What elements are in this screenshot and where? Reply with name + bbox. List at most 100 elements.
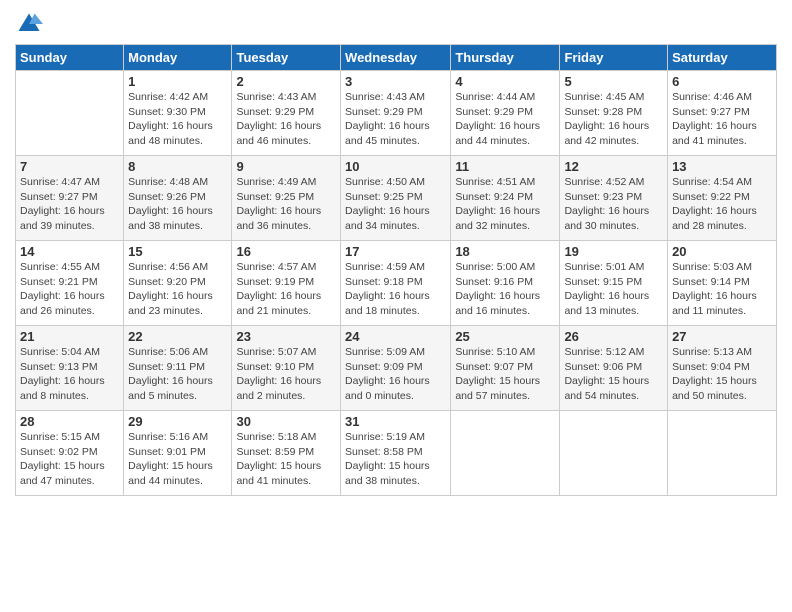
day-info: Sunrise: 5:10 AM Sunset: 9:07 PM Dayligh… <box>455 345 555 404</box>
day-number: 6 <box>672 74 772 89</box>
day-number: 19 <box>564 244 663 259</box>
day-info: Sunrise: 5:09 AM Sunset: 9:09 PM Dayligh… <box>345 345 446 404</box>
day-info: Sunrise: 5:12 AM Sunset: 9:06 PM Dayligh… <box>564 345 663 404</box>
calendar-header-monday: Monday <box>124 45 232 71</box>
calendar-cell: 17Sunrise: 4:59 AM Sunset: 9:18 PM Dayli… <box>341 241 451 326</box>
calendar-cell: 2Sunrise: 4:43 AM Sunset: 9:29 PM Daylig… <box>232 71 341 156</box>
calendar-table: SundayMondayTuesdayWednesdayThursdayFrid… <box>15 44 777 496</box>
day-number: 24 <box>345 329 446 344</box>
day-number: 8 <box>128 159 227 174</box>
calendar-header-wednesday: Wednesday <box>341 45 451 71</box>
calendar-week-row: 21Sunrise: 5:04 AM Sunset: 9:13 PM Dayli… <box>16 326 777 411</box>
day-info: Sunrise: 5:00 AM Sunset: 9:16 PM Dayligh… <box>455 260 555 319</box>
calendar-cell: 27Sunrise: 5:13 AM Sunset: 9:04 PM Dayli… <box>668 326 777 411</box>
day-info: Sunrise: 4:59 AM Sunset: 9:18 PM Dayligh… <box>345 260 446 319</box>
calendar-cell: 24Sunrise: 5:09 AM Sunset: 9:09 PM Dayli… <box>341 326 451 411</box>
calendar-cell: 18Sunrise: 5:00 AM Sunset: 9:16 PM Dayli… <box>451 241 560 326</box>
day-number: 30 <box>236 414 336 429</box>
logo <box>15 10 47 38</box>
day-info: Sunrise: 5:01 AM Sunset: 9:15 PM Dayligh… <box>564 260 663 319</box>
day-info: Sunrise: 4:56 AM Sunset: 9:20 PM Dayligh… <box>128 260 227 319</box>
day-number: 10 <box>345 159 446 174</box>
day-number: 3 <box>345 74 446 89</box>
calendar-week-row: 1Sunrise: 4:42 AM Sunset: 9:30 PM Daylig… <box>16 71 777 156</box>
calendar-cell: 13Sunrise: 4:54 AM Sunset: 9:22 PM Dayli… <box>668 156 777 241</box>
day-number: 29 <box>128 414 227 429</box>
day-number: 23 <box>236 329 336 344</box>
day-number: 25 <box>455 329 555 344</box>
day-number: 9 <box>236 159 336 174</box>
calendar-cell: 23Sunrise: 5:07 AM Sunset: 9:10 PM Dayli… <box>232 326 341 411</box>
day-info: Sunrise: 4:46 AM Sunset: 9:27 PM Dayligh… <box>672 90 772 149</box>
day-info: Sunrise: 4:42 AM Sunset: 9:30 PM Dayligh… <box>128 90 227 149</box>
calendar-cell: 9Sunrise: 4:49 AM Sunset: 9:25 PM Daylig… <box>232 156 341 241</box>
calendar-cell: 6Sunrise: 4:46 AM Sunset: 9:27 PM Daylig… <box>668 71 777 156</box>
day-info: Sunrise: 4:57 AM Sunset: 9:19 PM Dayligh… <box>236 260 336 319</box>
calendar-header-saturday: Saturday <box>668 45 777 71</box>
day-info: Sunrise: 5:06 AM Sunset: 9:11 PM Dayligh… <box>128 345 227 404</box>
day-number: 28 <box>20 414 119 429</box>
calendar-header-friday: Friday <box>560 45 668 71</box>
day-number: 5 <box>564 74 663 89</box>
day-number: 27 <box>672 329 772 344</box>
day-number: 31 <box>345 414 446 429</box>
calendar-cell <box>16 71 124 156</box>
day-number: 13 <box>672 159 772 174</box>
day-info: Sunrise: 4:49 AM Sunset: 9:25 PM Dayligh… <box>236 175 336 234</box>
day-info: Sunrise: 4:51 AM Sunset: 9:24 PM Dayligh… <box>455 175 555 234</box>
day-info: Sunrise: 5:13 AM Sunset: 9:04 PM Dayligh… <box>672 345 772 404</box>
day-info: Sunrise: 5:04 AM Sunset: 9:13 PM Dayligh… <box>20 345 119 404</box>
day-number: 1 <box>128 74 227 89</box>
day-info: Sunrise: 5:18 AM Sunset: 8:59 PM Dayligh… <box>236 430 336 489</box>
day-info: Sunrise: 4:52 AM Sunset: 9:23 PM Dayligh… <box>564 175 663 234</box>
logo-icon <box>15 10 43 38</box>
calendar-header-row: SundayMondayTuesdayWednesdayThursdayFrid… <box>16 45 777 71</box>
day-number: 16 <box>236 244 336 259</box>
calendar-cell: 29Sunrise: 5:16 AM Sunset: 9:01 PM Dayli… <box>124 411 232 496</box>
calendar-cell: 11Sunrise: 4:51 AM Sunset: 9:24 PM Dayli… <box>451 156 560 241</box>
day-number: 7 <box>20 159 119 174</box>
calendar-cell: 28Sunrise: 5:15 AM Sunset: 9:02 PM Dayli… <box>16 411 124 496</box>
calendar-cell: 25Sunrise: 5:10 AM Sunset: 9:07 PM Dayli… <box>451 326 560 411</box>
day-number: 26 <box>564 329 663 344</box>
day-number: 14 <box>20 244 119 259</box>
day-info: Sunrise: 4:43 AM Sunset: 9:29 PM Dayligh… <box>345 90 446 149</box>
day-number: 22 <box>128 329 227 344</box>
calendar-cell: 31Sunrise: 5:19 AM Sunset: 8:58 PM Dayli… <box>341 411 451 496</box>
day-info: Sunrise: 4:45 AM Sunset: 9:28 PM Dayligh… <box>564 90 663 149</box>
day-info: Sunrise: 4:43 AM Sunset: 9:29 PM Dayligh… <box>236 90 336 149</box>
day-info: Sunrise: 4:47 AM Sunset: 9:27 PM Dayligh… <box>20 175 119 234</box>
calendar-header-sunday: Sunday <box>16 45 124 71</box>
calendar-cell: 22Sunrise: 5:06 AM Sunset: 9:11 PM Dayli… <box>124 326 232 411</box>
calendar-week-row: 7Sunrise: 4:47 AM Sunset: 9:27 PM Daylig… <box>16 156 777 241</box>
day-info: Sunrise: 4:55 AM Sunset: 9:21 PM Dayligh… <box>20 260 119 319</box>
day-info: Sunrise: 4:48 AM Sunset: 9:26 PM Dayligh… <box>128 175 227 234</box>
day-number: 17 <box>345 244 446 259</box>
day-info: Sunrise: 5:16 AM Sunset: 9:01 PM Dayligh… <box>128 430 227 489</box>
calendar-cell: 4Sunrise: 4:44 AM Sunset: 9:29 PM Daylig… <box>451 71 560 156</box>
calendar-cell: 14Sunrise: 4:55 AM Sunset: 9:21 PM Dayli… <box>16 241 124 326</box>
day-info: Sunrise: 5:19 AM Sunset: 8:58 PM Dayligh… <box>345 430 446 489</box>
day-info: Sunrise: 5:03 AM Sunset: 9:14 PM Dayligh… <box>672 260 772 319</box>
calendar-cell: 3Sunrise: 4:43 AM Sunset: 9:29 PM Daylig… <box>341 71 451 156</box>
calendar-cell: 21Sunrise: 5:04 AM Sunset: 9:13 PM Dayli… <box>16 326 124 411</box>
day-number: 11 <box>455 159 555 174</box>
calendar-cell: 12Sunrise: 4:52 AM Sunset: 9:23 PM Dayli… <box>560 156 668 241</box>
calendar-week-row: 28Sunrise: 5:15 AM Sunset: 9:02 PM Dayli… <box>16 411 777 496</box>
day-number: 20 <box>672 244 772 259</box>
calendar-cell: 15Sunrise: 4:56 AM Sunset: 9:20 PM Dayli… <box>124 241 232 326</box>
calendar-cell: 1Sunrise: 4:42 AM Sunset: 9:30 PM Daylig… <box>124 71 232 156</box>
day-number: 18 <box>455 244 555 259</box>
day-number: 12 <box>564 159 663 174</box>
calendar-cell <box>668 411 777 496</box>
day-info: Sunrise: 4:50 AM Sunset: 9:25 PM Dayligh… <box>345 175 446 234</box>
calendar-header-thursday: Thursday <box>451 45 560 71</box>
day-info: Sunrise: 4:54 AM Sunset: 9:22 PM Dayligh… <box>672 175 772 234</box>
day-info: Sunrise: 5:15 AM Sunset: 9:02 PM Dayligh… <box>20 430 119 489</box>
day-info: Sunrise: 5:07 AM Sunset: 9:10 PM Dayligh… <box>236 345 336 404</box>
calendar-cell: 10Sunrise: 4:50 AM Sunset: 9:25 PM Dayli… <box>341 156 451 241</box>
day-info: Sunrise: 4:44 AM Sunset: 9:29 PM Dayligh… <box>455 90 555 149</box>
calendar-cell <box>560 411 668 496</box>
calendar-cell: 16Sunrise: 4:57 AM Sunset: 9:19 PM Dayli… <box>232 241 341 326</box>
day-number: 21 <box>20 329 119 344</box>
